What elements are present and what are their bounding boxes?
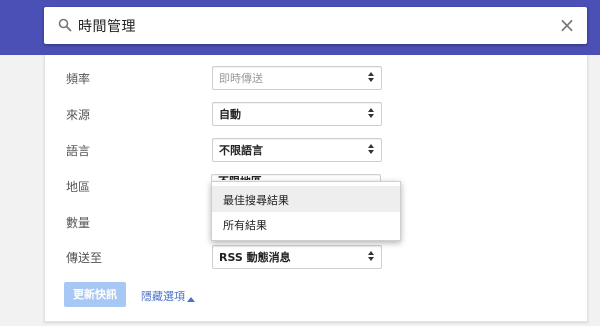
search-icon [58, 18, 72, 32]
region-value: 不限地區 [218, 176, 376, 180]
frequency-select[interactable]: 即時傳送 [212, 66, 382, 90]
source-select[interactable]: 自動 [212, 102, 382, 126]
language-value: 不限語言 [219, 144, 263, 157]
caret-up-icon[interactable] [187, 291, 195, 302]
dropdown-item-best-results[interactable]: 最佳搜尋結果 [212, 186, 400, 212]
quantity-label: 數量 [66, 216, 91, 230]
frequency-value: 即時傳送 [219, 72, 263, 85]
dropdown-item-all-results[interactable]: 所有結果 [212, 211, 400, 237]
select-arrows-icon [367, 70, 375, 84]
language-label: 語言 [66, 144, 91, 158]
search-query[interactable]: 時間管理 [78, 16, 136, 36]
deliver-to-value: RSS 動態消息 [219, 251, 291, 264]
hide-options-link[interactable]: 隱藏選項 [141, 288, 185, 304]
update-alert-button[interactable]: 更新快訊 [64, 282, 126, 307]
source-value: 自動 [219, 108, 241, 121]
language-row: 語言 不限語言 [66, 138, 396, 162]
select-arrows-icon [367, 249, 375, 263]
deliver-to-label: 傳送至 [66, 251, 103, 265]
region-label: 地區 [66, 180, 91, 194]
dropdown-item-label: 所有結果 [223, 219, 267, 232]
frequency-label: 頻率 [66, 72, 91, 86]
dropdown-item-label: 最佳搜尋結果 [223, 194, 289, 207]
source-row: 來源 自動 [66, 102, 396, 126]
frequency-row: 頻率 即時傳送 [66, 66, 396, 90]
source-label: 來源 [66, 108, 91, 122]
search-bar[interactable]: 時間管理 × [44, 7, 587, 44]
language-select[interactable]: 不限語言 [212, 138, 382, 162]
select-arrows-icon [367, 142, 375, 156]
deliver-to-row: 傳送至 RSS 動態消息 [66, 245, 396, 269]
quantity-dropdown-menu[interactable]: 最佳搜尋結果 所有結果 [211, 181, 401, 241]
close-icon[interactable]: × [557, 15, 577, 35]
select-arrows-icon [367, 106, 375, 120]
deliver-to-select[interactable]: RSS 動態消息 [212, 245, 382, 269]
